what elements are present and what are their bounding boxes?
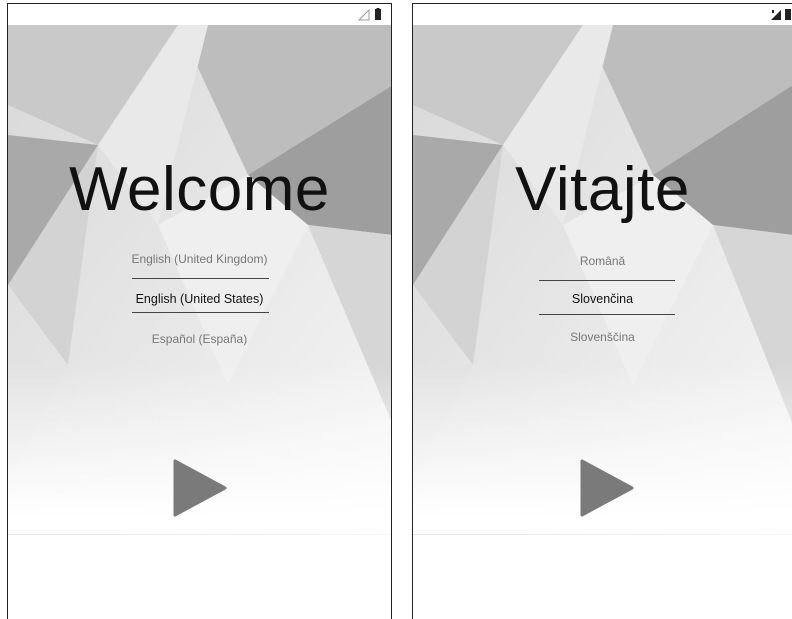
language-option-romana[interactable]: Română (413, 254, 792, 268)
play-icon[interactable] (173, 459, 228, 517)
setup-screen-right: Vitajte Română Slovenčina Slovenščina (412, 3, 792, 619)
status-icons (771, 9, 791, 20)
setup-screen-left: Welcome English (United Kingdom) English… (7, 3, 392, 619)
selection-divider-top (539, 280, 675, 281)
language-option-english-uk[interactable]: English (United Kingdom) (8, 252, 391, 266)
signal-icon (771, 10, 781, 20)
status-bar (413, 4, 792, 25)
language-option-slovencina[interactable]: Slovenčina (413, 292, 792, 306)
welcome-title: Vitajte (515, 155, 690, 224)
status-bar (8, 4, 391, 25)
battery-icon (375, 8, 381, 20)
language-option-english-us[interactable]: English (United States) (8, 292, 391, 306)
play-icon[interactable] (580, 459, 635, 517)
selection-divider-bottom (539, 314, 675, 315)
battery-icon (785, 9, 791, 20)
status-icons (357, 8, 381, 21)
signal-icon (357, 8, 370, 21)
welcome-title: Welcome (69, 155, 330, 224)
selection-divider-top (132, 278, 269, 279)
selection-divider-bottom (132, 312, 269, 313)
language-option-slovenscina[interactable]: Slovenščina (413, 330, 792, 344)
language-option-espanol[interactable]: Español (España) (8, 332, 391, 346)
